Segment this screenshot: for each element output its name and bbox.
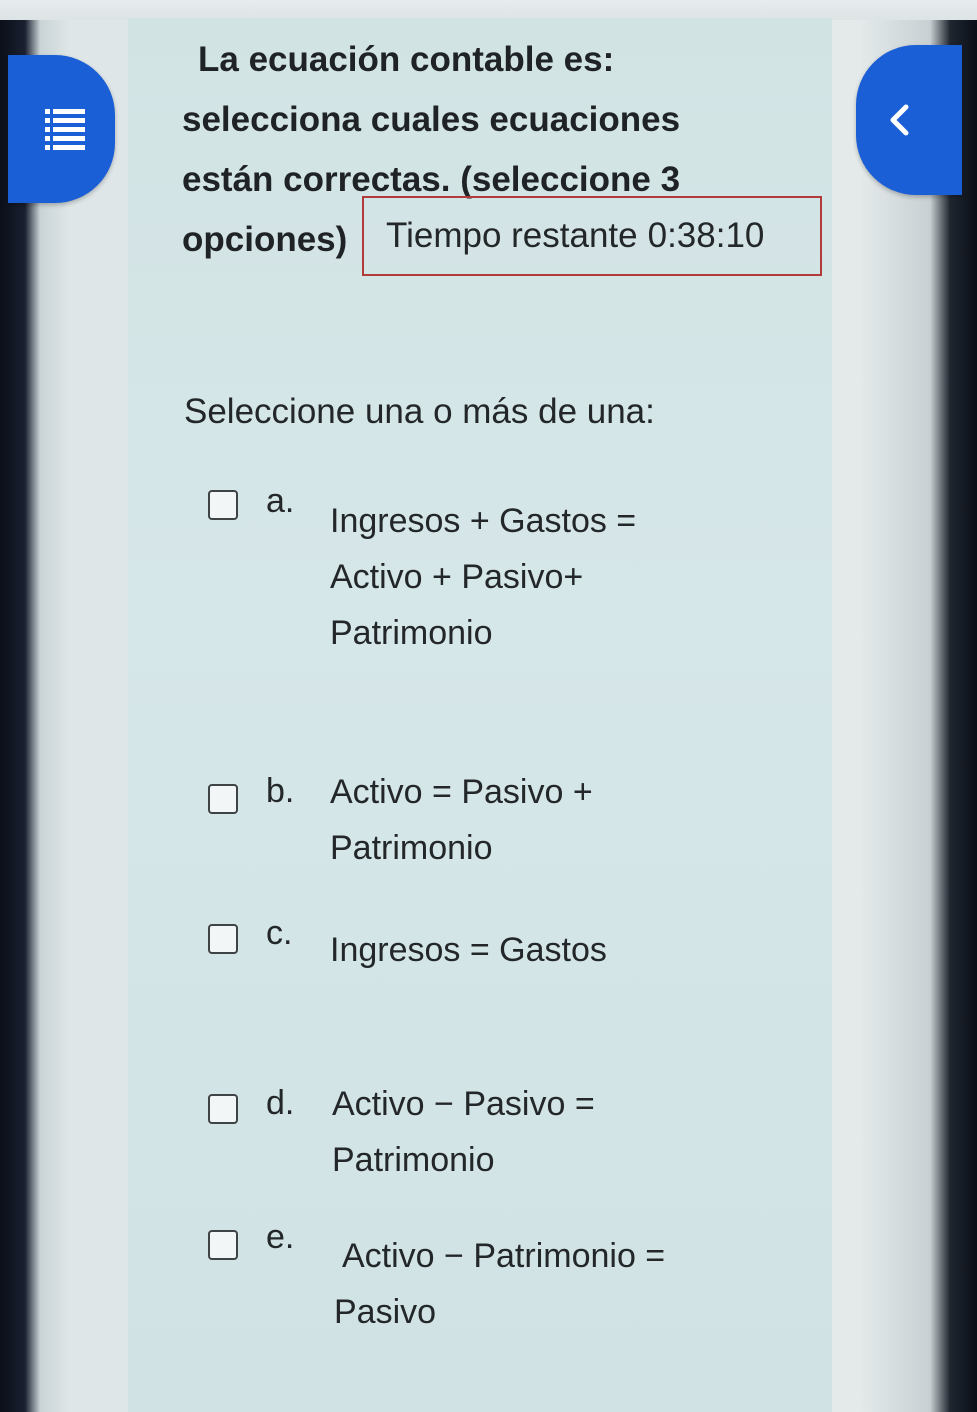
timer-label: Tiempo restante <box>386 216 638 255</box>
option-letter: c. <box>266 914 293 952</box>
option-text: Activo − Patrimonio = Pasivo <box>334 1228 694 1340</box>
option-line: Activo − Pasivo = <box>332 1085 595 1123</box>
question-line: selecciona cuales ecuaciones <box>182 100 681 139</box>
question-line: La ecuación contable es: <box>198 40 615 79</box>
checkbox-b[interactable] <box>208 784 238 814</box>
device-screen: La ecuación contable es: selecciona cual… <box>0 0 977 1412</box>
option-line: Activo + Pasivo+ <box>330 558 584 596</box>
timer-value: 0:38:10 <box>647 216 765 255</box>
list-icon <box>44 108 85 150</box>
option-line: Pasivo <box>334 1293 437 1331</box>
option-line: Patrimonio <box>332 1141 495 1179</box>
option-line: Patrimonio <box>330 829 493 867</box>
option-text: Activo = Pasivo + Patrimonio <box>330 764 690 876</box>
option-line: Ingresos = Gastos <box>330 931 607 969</box>
checkbox-a[interactable] <box>208 490 238 520</box>
option-letter: b. <box>266 772 295 810</box>
option-line: Ingresos + Gastos = <box>330 502 637 540</box>
quiz-navigation-button[interactable] <box>8 55 115 203</box>
option-text: Activo − Pasivo = Patrimonio <box>332 1076 692 1188</box>
option-text: Ingresos = Gastos <box>330 922 690 978</box>
option-line: Patrimonio <box>330 614 493 652</box>
checkbox-d[interactable] <box>208 1094 238 1124</box>
drawer-toggle-button[interactable] <box>856 45 962 195</box>
chevron-left-icon <box>890 104 909 136</box>
option-letter: a. <box>266 482 295 520</box>
option-text: Ingresos + Gastos = Activo + Pasivo+ Pat… <box>330 493 690 661</box>
checkbox-e[interactable] <box>208 1230 238 1260</box>
option-letter: d. <box>266 1084 295 1122</box>
option-line: Activo = Pasivo + <box>330 773 593 811</box>
checkbox-c[interactable] <box>208 924 238 954</box>
option-letter: e. <box>266 1218 295 1256</box>
answer-prompt: Seleccione una o más de una: <box>184 392 655 431</box>
option-line: Activo − Patrimonio = <box>342 1237 666 1275</box>
timer-box: Tiempo restante 0:38:10 <box>362 196 822 276</box>
